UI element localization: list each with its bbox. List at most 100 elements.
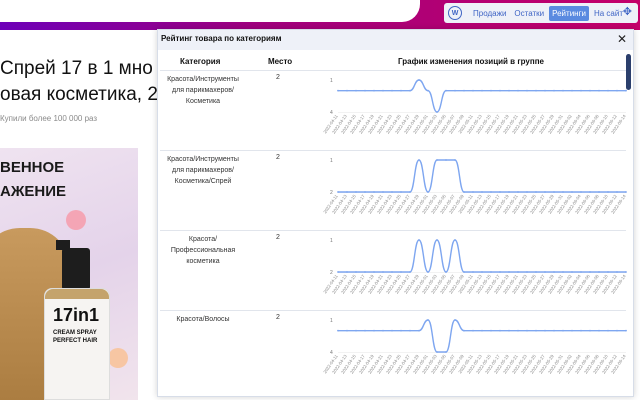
- scrollbar-thumb[interactable]: [626, 54, 631, 90]
- data-point[interactable]: [562, 191, 564, 193]
- data-point[interactable]: [463, 271, 465, 273]
- data-point[interactable]: [454, 239, 456, 241]
- data-point[interactable]: [382, 89, 384, 92]
- data-point[interactable]: [526, 191, 528, 193]
- data-point[interactable]: [616, 329, 618, 332]
- data-point[interactable]: [535, 271, 537, 273]
- data-point[interactable]: [418, 159, 420, 161]
- data-point[interactable]: [355, 89, 357, 92]
- data-point[interactable]: [508, 271, 510, 273]
- data-point[interactable]: [427, 191, 429, 193]
- data-point[interactable]: [472, 271, 474, 273]
- data-point[interactable]: [553, 329, 555, 332]
- data-point[interactable]: [382, 329, 384, 332]
- data-point[interactable]: [418, 239, 420, 241]
- data-point[interactable]: [481, 271, 483, 273]
- data-point[interactable]: [472, 89, 474, 92]
- data-point[interactable]: [571, 329, 573, 332]
- data-point[interactable]: [355, 191, 357, 193]
- move-icon[interactable]: ✥: [623, 5, 632, 18]
- data-point[interactable]: [445, 351, 447, 353]
- data-point[interactable]: [517, 89, 519, 92]
- data-point[interactable]: [625, 89, 627, 92]
- data-point[interactable]: [625, 329, 627, 332]
- tab-sales[interactable]: Продажи: [470, 6, 509, 21]
- data-point[interactable]: [544, 89, 546, 92]
- data-point[interactable]: [382, 271, 384, 273]
- data-point[interactable]: [490, 329, 492, 332]
- data-point[interactable]: [355, 329, 357, 332]
- data-point[interactable]: [544, 191, 546, 193]
- tab-stock[interactable]: Остатки: [511, 6, 547, 21]
- data-point[interactable]: [544, 329, 546, 332]
- data-point[interactable]: [337, 271, 339, 273]
- data-point[interactable]: [607, 271, 609, 273]
- data-point[interactable]: [427, 319, 429, 321]
- data-point[interactable]: [562, 329, 564, 332]
- data-point[interactable]: [535, 329, 537, 332]
- close-icon[interactable]: ✕: [617, 32, 627, 46]
- data-point[interactable]: [607, 191, 609, 193]
- data-point[interactable]: [535, 89, 537, 92]
- data-point[interactable]: [508, 329, 510, 332]
- data-point[interactable]: [391, 89, 393, 92]
- data-point[interactable]: [463, 191, 465, 193]
- data-point[interactable]: [571, 191, 573, 193]
- data-point[interactable]: [616, 191, 618, 193]
- data-point[interactable]: [400, 191, 402, 193]
- data-point[interactable]: [580, 271, 582, 273]
- data-point[interactable]: [625, 271, 627, 273]
- data-point[interactable]: [481, 89, 483, 92]
- data-point[interactable]: [409, 271, 411, 273]
- data-point[interactable]: [607, 89, 609, 92]
- product-image[interactable]: ВЕННОЕ АЖЕНИЕ 17in1 CREAM SPRAY PERFECT …: [0, 148, 138, 400]
- data-point[interactable]: [409, 89, 411, 92]
- data-point[interactable]: [508, 191, 510, 193]
- data-point[interactable]: [490, 191, 492, 193]
- data-point[interactable]: [499, 329, 501, 332]
- data-point[interactable]: [400, 271, 402, 273]
- data-point[interactable]: [616, 89, 618, 92]
- data-point[interactable]: [553, 271, 555, 273]
- data-point[interactable]: [472, 329, 474, 332]
- data-point[interactable]: [355, 271, 357, 273]
- data-point[interactable]: [373, 271, 375, 273]
- data-point[interactable]: [463, 329, 465, 332]
- data-point[interactable]: [625, 191, 627, 193]
- data-point[interactable]: [472, 191, 474, 193]
- data-point[interactable]: [598, 191, 600, 193]
- data-point[interactable]: [571, 89, 573, 92]
- data-point[interactable]: [418, 329, 420, 332]
- data-point[interactable]: [580, 329, 582, 332]
- data-point[interactable]: [589, 191, 591, 193]
- data-point[interactable]: [598, 329, 600, 332]
- data-point[interactable]: [490, 89, 492, 92]
- data-point[interactable]: [589, 271, 591, 273]
- data-point[interactable]: [526, 89, 528, 92]
- data-point[interactable]: [553, 89, 555, 92]
- data-point[interactable]: [580, 191, 582, 193]
- data-point[interactable]: [400, 329, 402, 332]
- data-point[interactable]: [400, 89, 402, 92]
- data-point[interactable]: [364, 191, 366, 193]
- data-point[interactable]: [364, 89, 366, 92]
- data-point[interactable]: [499, 271, 501, 273]
- data-point[interactable]: [499, 191, 501, 193]
- data-point[interactable]: [364, 329, 366, 332]
- data-point[interactable]: [454, 159, 456, 161]
- data-point[interactable]: [391, 329, 393, 332]
- data-point[interactable]: [580, 89, 582, 92]
- extension-logo-icon[interactable]: W: [448, 6, 462, 20]
- data-point[interactable]: [499, 89, 501, 92]
- data-point[interactable]: [490, 271, 492, 273]
- data-point[interactable]: [607, 329, 609, 332]
- data-point[interactable]: [526, 329, 528, 332]
- data-point[interactable]: [436, 159, 438, 161]
- data-point[interactable]: [346, 329, 348, 332]
- data-point[interactable]: [526, 271, 528, 273]
- data-point[interactable]: [427, 89, 429, 92]
- data-point[interactable]: [517, 191, 519, 193]
- data-point[interactable]: [481, 329, 483, 332]
- data-point[interactable]: [391, 191, 393, 193]
- data-point[interactable]: [436, 111, 438, 113]
